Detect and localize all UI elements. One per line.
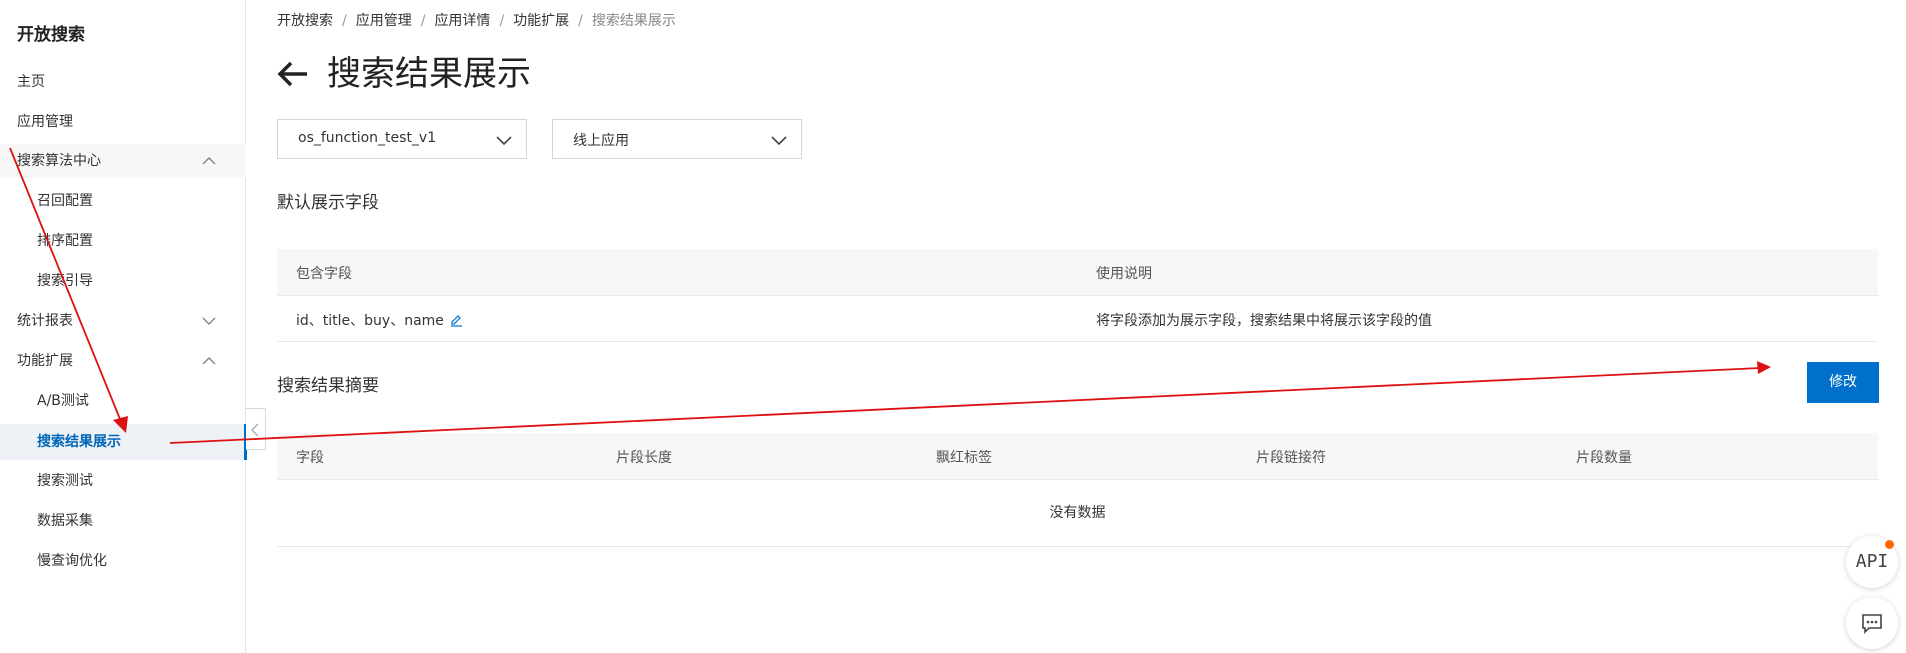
summary-table: 字段 片段长度 飘红标签 片段链接符 片段数量 没有数据	[277, 433, 1878, 547]
breadcrumb-item[interactable]: 应用管理	[356, 13, 412, 29]
sidebar-item-label: 搜索算法中心	[17, 153, 101, 169]
default-fields-title: 默认展示字段	[277, 193, 379, 213]
column-header: 飘红标签	[936, 450, 992, 466]
edit-button[interactable]: 修改	[1807, 362, 1879, 403]
sidebar-item-sort-config[interactable]: 排序配置	[0, 224, 246, 258]
annotation-arrow-line	[169, 367, 1761, 444]
chevron-down-icon	[771, 136, 787, 146]
column-header: 使用说明	[1096, 266, 1152, 282]
table-header: 包含字段 使用说明	[277, 249, 1878, 296]
sidebar: 开放搜索 主页 应用管理 搜索算法中心 召回配置 排序配置 搜索引导 统计报表 …	[0, 0, 247, 653]
notification-dot	[1885, 540, 1894, 549]
sidebar-item-label: 统计报表	[17, 313, 73, 329]
sidebar-item-label: 慢查询优化	[37, 553, 107, 569]
sidebar-item-slow-query[interactable]: 慢查询优化	[0, 544, 246, 578]
sidebar-item-search-test[interactable]: 搜索测试	[0, 464, 246, 498]
table-header: 字段 片段长度 飘红标签 片段链接符 片段数量	[277, 433, 1878, 480]
sidebar-collapse-button[interactable]	[246, 408, 266, 450]
chat-fab[interactable]	[1846, 597, 1898, 649]
chevron-left-icon	[251, 423, 259, 437]
version-select[interactable]: 线上应用	[552, 119, 802, 159]
sidebar-item-app-management[interactable]: 应用管理	[0, 105, 246, 139]
chevron-down-icon	[202, 317, 216, 326]
sidebar-item-label: 排序配置	[37, 233, 93, 249]
annotation-arrowhead	[1757, 361, 1771, 374]
version-select-value: 线上应用	[573, 133, 629, 149]
description-cell: 将字段添加为展示字段，搜索结果中将展示该字段的值	[1096, 313, 1432, 329]
sidebar-item-label: 数据采集	[37, 513, 93, 529]
back-arrow-icon[interactable]	[277, 60, 309, 88]
column-header: 片段数量	[1576, 450, 1632, 466]
sidebar-item-label: 应用管理	[17, 114, 73, 130]
sidebar-item-label: 功能扩展	[17, 353, 73, 369]
sidebar-brand: 开放搜索	[17, 25, 85, 45]
fields-cell: id、title、buy、name	[296, 310, 463, 330]
api-label: API	[1855, 551, 1889, 572]
sidebar-item-label: 搜索测试	[37, 473, 93, 489]
sidebar-item-search-algorithm[interactable]: 搜索算法中心	[0, 144, 246, 178]
summary-title: 搜索结果摘要	[277, 376, 379, 396]
sidebar-item-search-guide[interactable]: 搜索引导	[0, 264, 246, 298]
table-row: id、title、buy、name 将字段添加为展示字段，搜索结果中将展示该字段…	[277, 296, 1878, 342]
chevron-up-icon	[202, 156, 216, 165]
chevron-up-icon	[202, 356, 216, 365]
empty-state: 没有数据	[277, 480, 1878, 547]
sidebar-item-label: 召回配置	[37, 193, 93, 209]
sidebar-item-extensions[interactable]: 功能扩展	[0, 344, 246, 378]
api-fab[interactable]: API	[1846, 536, 1898, 588]
sidebar-item-home[interactable]: 主页	[0, 65, 246, 99]
app-select[interactable]: os_function_test_v1	[277, 119, 527, 159]
chevron-down-icon	[496, 136, 512, 146]
sidebar-item-recall-config[interactable]: 召回配置	[0, 184, 246, 218]
column-header: 片段链接符	[1256, 450, 1326, 466]
sidebar-item-result-display[interactable]: 搜索结果展示	[0, 424, 247, 460]
sidebar-item-label: 主页	[17, 74, 45, 90]
app-select-value: os_function_test_v1	[298, 130, 437, 146]
sidebar-item-label: 搜索结果展示	[37, 434, 121, 450]
default-fields-table: 包含字段 使用说明 id、title、buy、name 将字段添加为展示字段，搜…	[277, 249, 1878, 342]
app-root: 开放搜索 主页 应用管理 搜索算法中心 召回配置 排序配置 搜索引导 统计报表 …	[0, 0, 1906, 653]
breadcrumb-item[interactable]: 应用详情	[434, 13, 490, 29]
column-header: 包含字段	[296, 266, 352, 282]
breadcrumb-item[interactable]: 功能扩展	[513, 13, 569, 29]
fields-value: id、title、buy、name	[296, 313, 444, 329]
edit-pencil-icon[interactable]	[450, 314, 463, 327]
column-header: 片段长度	[616, 450, 672, 466]
breadcrumb-current: 搜索结果展示	[591, 13, 676, 29]
sidebar-item-label: 搜索引导	[37, 273, 93, 289]
sidebar-item-data-collection[interactable]: 数据采集	[0, 504, 246, 538]
breadcrumb-item[interactable]: 开放搜索	[277, 13, 333, 29]
column-header: 字段	[296, 450, 324, 466]
breadcrumb: 开放搜索 / 应用管理 / 应用详情 / 功能扩展 / 搜索结果展示	[277, 13, 676, 29]
sidebar-item-ab-test[interactable]: A/B测试	[0, 384, 246, 418]
chat-icon	[1862, 614, 1882, 634]
page-title: 搜索结果展示	[327, 54, 531, 94]
sidebar-item-label: A/B测试	[37, 393, 89, 409]
sidebar-item-statistics[interactable]: 统计报表	[0, 304, 246, 338]
